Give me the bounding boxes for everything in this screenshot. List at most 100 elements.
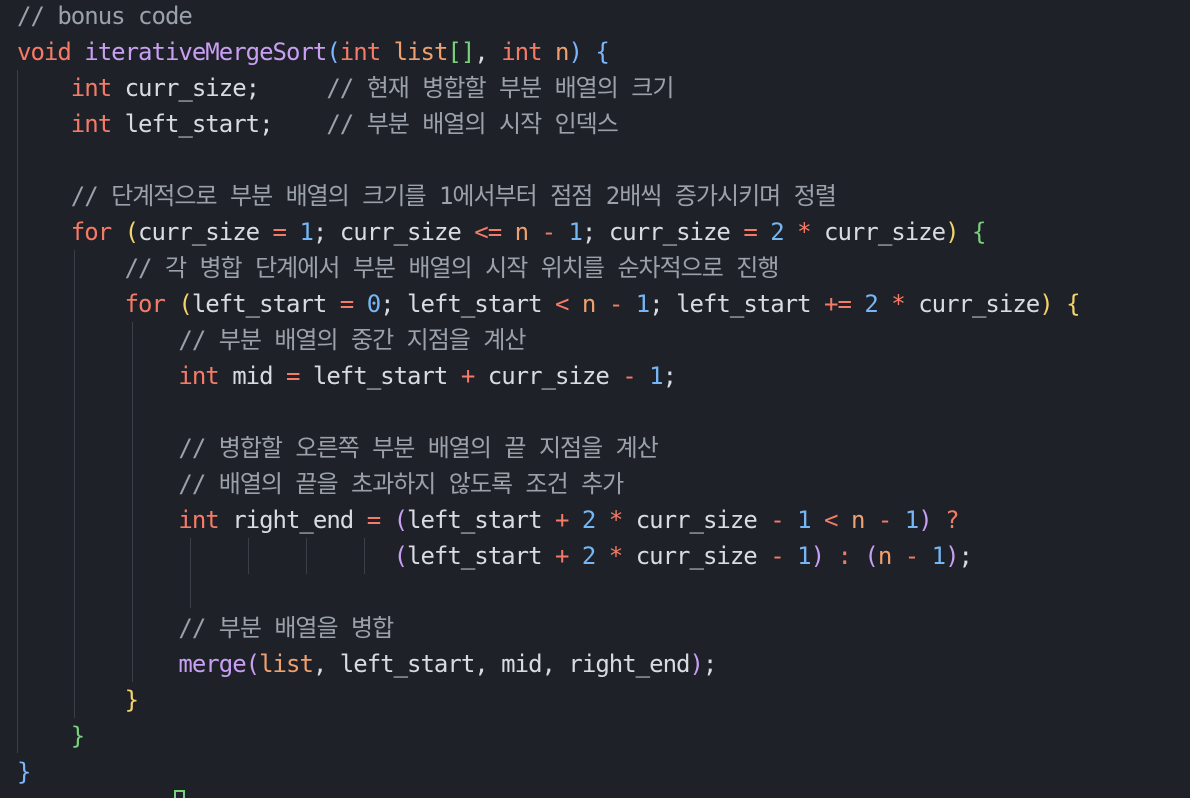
code-token: mid [232, 362, 286, 390]
code-token: left_start [191, 290, 340, 318]
code-token: // 부분 배열의 시작 인덱스 [326, 110, 618, 138]
code-line[interactable]: } [17, 682, 139, 718]
code-line[interactable]: int mid = left_start + curr_size - 1; [17, 358, 677, 394]
code-token: n [850, 506, 878, 534]
code-token: - [608, 290, 636, 318]
code-token: 2 [864, 290, 892, 318]
code-token: 1 [797, 542, 811, 570]
code-line[interactable]: // 부분 배열의 중간 지점을 계산 [17, 322, 526, 358]
code-token: = [743, 218, 771, 246]
code-token: 1 [931, 542, 946, 570]
code-token: { [595, 38, 609, 66]
code-token: : [837, 542, 865, 570]
code-token: ) [945, 218, 959, 246]
code-token: ) [1039, 290, 1053, 318]
code-token: 1 [797, 506, 825, 534]
code-token: 1 [568, 218, 582, 246]
code-line[interactable]: int right_end = (left_start + 2 * curr_s… [17, 502, 959, 538]
code-line[interactable]: // 단계적으로 부분 배열의 크기를 1에서부터 점점 2배씩 증가시키며 정… [17, 178, 837, 214]
code-token: left_start [312, 362, 461, 390]
code-token: ( [393, 506, 408, 534]
code-token: for [124, 290, 179, 318]
code-token: 1 [649, 362, 663, 390]
code-token: * [608, 542, 636, 570]
code-token: // bonus code [17, 2, 193, 30]
code-line[interactable]: void iterativeMergeSort(int list[], int … [17, 34, 610, 70]
code-token: ; left_start [380, 290, 555, 318]
code-line[interactable]: for (curr_size = 1; curr_size <= n - 1; … [17, 214, 987, 250]
code-token: - [877, 506, 905, 534]
code-token: list [393, 38, 449, 66]
code-token: [] [447, 38, 475, 66]
code-token: = [366, 506, 394, 534]
code-token: left_start [407, 542, 555, 570]
code-token: curr_size [635, 542, 771, 570]
code-token: ( [124, 218, 139, 246]
code-token: left_start [407, 506, 555, 534]
code-token: , left_start, mid, right_end [312, 650, 691, 678]
code-token: <= [474, 218, 515, 246]
code-token: * [608, 506, 636, 534]
code-token: curr_size [138, 218, 273, 246]
code-token: // 부분 배열을 병합 [178, 614, 394, 642]
code-token: + [555, 506, 582, 534]
code-token: ; [958, 542, 973, 570]
code-token: , [474, 38, 502, 66]
code-token: ; [662, 362, 677, 390]
code-line[interactable]: } [17, 754, 31, 790]
code-line[interactable]: int curr_size; // 현재 병합할 부분 배열의 크기 [17, 70, 675, 106]
code-token: // 배열의 끝을 초과하지 않도록 조건 추가 [178, 470, 624, 498]
code-line[interactable]: // 병합할 오른쪽 부분 배열의 끝 지점을 계산 [17, 430, 658, 466]
code-token: n [555, 38, 569, 66]
code-token: int [178, 362, 233, 390]
code-token: // 병합할 오른쪽 부분 배열의 끝 지점을 계산 [178, 434, 658, 462]
code-token: ? [945, 506, 959, 534]
code-token: right_end [232, 506, 367, 534]
code-line[interactable]: for (left_start = 0; left_start < n - 1;… [17, 286, 1081, 322]
code-line[interactable]: int left_start; // 부분 배열의 시작 인덱스 [17, 106, 619, 142]
code-token: for [70, 218, 125, 246]
code-token: iterativeMergeSort [84, 38, 327, 66]
code-token: ) [918, 506, 932, 534]
code-editor[interactable]: // bonus code void iterativeMergeSort(int… [0, 0, 1190, 798]
code-token: = [339, 290, 367, 318]
code-token: < [824, 506, 851, 534]
code-line[interactable]: // 각 병합 단계에서 부분 배열의 시작 위치를 순차적으로 진행 [17, 250, 780, 286]
code-token: ( [245, 650, 260, 678]
code-token: ) [945, 542, 959, 570]
code-token: < [555, 290, 582, 318]
bracket-match-marker [174, 790, 185, 798]
code-line[interactable]: (left_start + 2 * curr_size - 1) : (n - … [17, 538, 973, 574]
code-token: 2 [770, 218, 798, 246]
code-token: ( [393, 542, 408, 570]
code-line[interactable]: // bonus code [17, 0, 193, 34]
code-token: // 부분 배열의 중간 지점을 계산 [178, 326, 526, 354]
code-token: ( [864, 542, 878, 570]
code-line[interactable]: } [17, 718, 85, 754]
code-line[interactable]: // 배열의 끝을 초과하지 않도록 조건 추가 [17, 466, 624, 502]
code-token: n [581, 290, 609, 318]
code-line[interactable]: merge(list, left_start, mid, right_end); [17, 646, 717, 682]
code-token: += [824, 290, 865, 318]
code-token: } [70, 722, 85, 750]
code-token: curr_size [487, 362, 623, 390]
code-token: void [17, 38, 85, 66]
code-token: 2 [581, 542, 609, 570]
code-token: 1 [299, 218, 313, 246]
code-line[interactable]: // 부분 배열을 병합 [17, 610, 394, 646]
code-token: curr_size [635, 506, 771, 534]
code-token: - [622, 362, 650, 390]
code-token: ) [689, 650, 703, 678]
code-token: = [272, 218, 300, 246]
